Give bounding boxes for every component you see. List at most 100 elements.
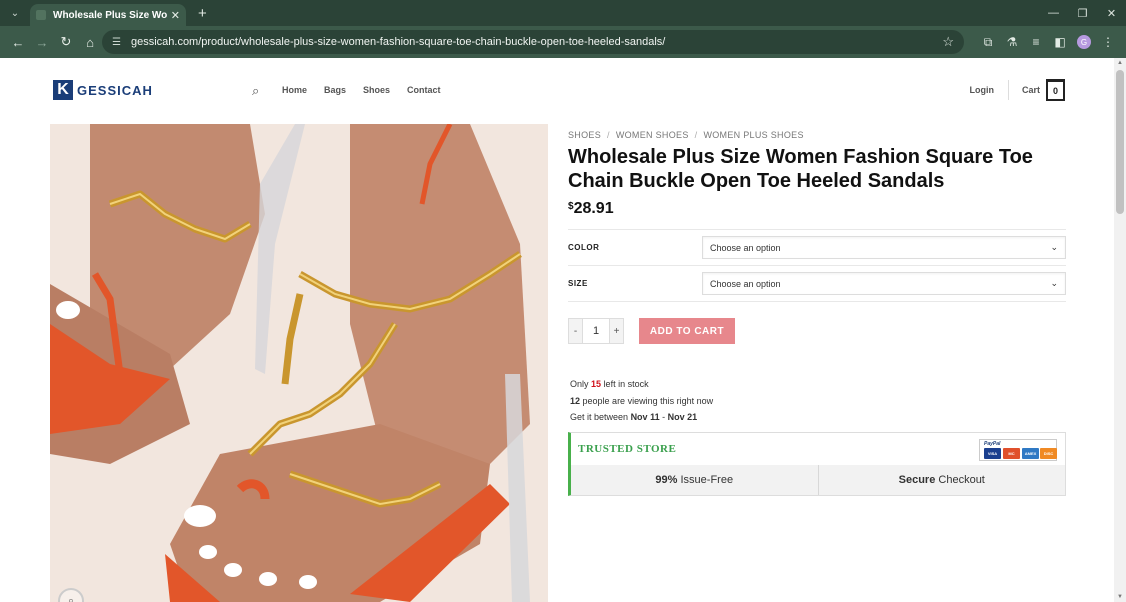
side-panel-icon[interactable]: ◧ <box>1048 30 1072 54</box>
paypal-logo: PayPal <box>984 440 1001 447</box>
chevron-down-icon: ⌄ <box>1050 278 1058 288</box>
variation-color: COLOR Choose an option ⌄ <box>568 230 1066 266</box>
delivery-end: Nov 21 <box>667 412 698 422</box>
color-label: COLOR <box>568 243 600 252</box>
account-area: Login Cart 0 <box>969 79 1065 101</box>
product-summary: SHOES / WOMEN SHOES / WOMEN PLUS SHOES Whole… <box>568 124 1066 496</box>
url-text[interactable]: gessicah.com/product/wholesale-plus-size… <box>131 36 942 48</box>
scroll-up-icon[interactable]: ▲ <box>1117 60 1123 66</box>
trust-badge: TRUSTED STORE PayPal VISA MC AMEX DISC 9… <box>568 431 1066 496</box>
browser-tab-active[interactable]: Wholesale Plus Size Women Fa ✕ <box>30 4 186 26</box>
breadcrumb-separator: / <box>607 130 610 140</box>
trust-stats: 99% Issue-Free Secure Checkout <box>571 464 1066 495</box>
nav-home[interactable]: Home <box>282 85 307 95</box>
site-info-icon[interactable]: ☰ <box>112 37 121 48</box>
page-scrollbar[interactable]: ▲ ▼ <box>1114 58 1126 602</box>
browser-menu-icon[interactable]: ⋮ <box>1096 30 1120 54</box>
product-title: Wholesale Plus Size Women Fashion Square… <box>568 146 1033 192</box>
add-to-cart-button[interactable]: ADD TO CART <box>639 318 735 344</box>
qty-minus-button[interactable]: - <box>569 319 582 343</box>
minimize-icon[interactable]: — <box>1039 7 1068 19</box>
delivery-prefix: Get it between <box>570 412 629 422</box>
scroll-thumb[interactable] <box>1116 70 1124 214</box>
sandal-illustration <box>50 124 548 602</box>
cart-count-badge[interactable]: 0 <box>1046 79 1065 101</box>
logo-k-icon: K <box>53 80 73 100</box>
add-to-cart-row: - 1 + ADD TO CART <box>568 318 1066 344</box>
breadcrumb-separator: / <box>694 130 698 140</box>
media-control-icon[interactable]: ≡ <box>1024 30 1048 54</box>
tab-search-icon[interactable]: ⌄ <box>4 4 26 22</box>
size-select[interactable]: Choose an option ⌄ <box>702 272 1066 295</box>
stock-count: 15 <box>591 379 602 389</box>
nav-contact[interactable]: Contact <box>407 85 441 95</box>
site-logo[interactable]: K GESSICAH <box>53 80 153 100</box>
secure-label: Checkout <box>938 473 985 486</box>
browser-toolbar: ← → ↻ ⌂ ☰ gessicah.com/product/wholesale… <box>0 26 1126 58</box>
stock-left-text: left in stock <box>603 379 649 389</box>
chevron-down-icon: ⌄ <box>1050 242 1058 252</box>
extension-icons: ⧉ ⚗ ≡ ◧ G ⋮ <box>976 30 1120 54</box>
cart-link[interactable]: Cart <box>1022 85 1040 95</box>
logo-text: GESSICAH <box>77 82 153 98</box>
issue-free-value: 99% <box>655 473 678 486</box>
delivery-start: Nov 11 <box>630 412 660 422</box>
payment-logos: PayPal VISA MC AMEX DISC <box>979 438 1057 461</box>
forward-icon[interactable]: → <box>30 30 54 54</box>
home-icon[interactable]: ⌂ <box>78 30 102 54</box>
site-header: K GESSICAH ⌕ Home Bags Shoes Contact Log… <box>0 58 1114 124</box>
browser-tabbar: ⌄ Wholesale Plus Size Women Fa ✕ + — ❐ ✕ <box>0 0 1126 26</box>
breadcrumb: SHOES / WOMEN SHOES / WOMEN PLUS SHOES <box>568 130 1066 140</box>
qty-plus-button[interactable]: + <box>610 319 623 343</box>
window-close-icon[interactable]: ✕ <box>1097 7 1126 20</box>
nav-shoes[interactable]: Shoes <box>363 85 390 95</box>
breadcrumb-women-plus-shoes[interactable]: WOMEN PLUS SHOES <box>703 130 803 140</box>
stock-info: Only 15 left in stock 12 people are view… <box>570 376 1066 426</box>
tab-favicon-icon <box>36 10 46 20</box>
visa-card-icon: VISA <box>984 447 1001 459</box>
secure-checkout-stat: Secure Checkout <box>817 464 1066 495</box>
breadcrumb-shoes[interactable]: SHOES <box>568 130 601 140</box>
qty-input[interactable]: 1 <box>582 319 610 343</box>
viewers-text: people are viewing this right now <box>582 395 714 406</box>
back-icon[interactable]: ← <box>6 30 30 54</box>
window-controls: — ❐ ✕ <box>1039 0 1126 26</box>
labs-icon[interactable]: ⚗ <box>1000 30 1024 54</box>
main-nav: Home Bags Shoes Contact <box>282 85 458 95</box>
mastercard-icon: MC <box>1003 447 1020 459</box>
secure-value: Secure <box>898 473 936 486</box>
price-value: 28.91 <box>573 200 614 217</box>
extensions-icon[interactable]: ⧉ <box>976 30 1000 54</box>
trust-title: TRUSTED STORE <box>578 442 677 455</box>
scroll-down-icon[interactable]: ▼ <box>1117 594 1123 600</box>
stock-only-text: Only <box>570 379 589 389</box>
price-currency: $ <box>568 201 574 212</box>
viewers-line: 12 people are viewing this right now <box>570 393 1066 410</box>
variation-size: SIZE Choose an option ⌄ <box>568 266 1066 302</box>
header-divider <box>1007 80 1009 100</box>
stock-line: Only 15 left in stock <box>570 376 1066 393</box>
breadcrumb-women-shoes[interactable]: WOMEN SHOES <box>616 130 689 140</box>
search-icon[interactable]: ⌕ <box>252 83 259 99</box>
nav-bags[interactable]: Bags <box>324 85 346 95</box>
size-label: SIZE <box>568 279 588 288</box>
color-select-value: Choose an option <box>710 242 781 253</box>
new-tab-icon[interactable]: + <box>198 5 207 22</box>
tab-close-icon[interactable]: ✕ <box>171 9 180 22</box>
profile-avatar[interactable]: G <box>1077 35 1091 49</box>
login-link[interactable]: Login <box>969 85 994 95</box>
address-bar[interactable]: ☰ gessicah.com/product/wholesale-plus-si… <box>102 30 964 54</box>
amex-card-icon: AMEX <box>1022 447 1039 459</box>
product-image[interactable] <box>50 124 548 602</box>
issue-free-label: Issue-Free <box>680 473 734 486</box>
delivery-line: Get it between Nov 11 - Nov 21 <box>570 409 1066 426</box>
viewers-count: 12 <box>570 395 581 406</box>
restore-icon[interactable]: ❐ <box>1068 7 1097 20</box>
reload-icon[interactable]: ↻ <box>54 30 78 54</box>
color-select[interactable]: Choose an option ⌄ <box>702 236 1066 259</box>
issue-free-stat: 99% Issue-Free <box>571 465 818 495</box>
size-select-value: Choose an option <box>710 278 781 289</box>
delivery-separator: - <box>659 412 668 422</box>
quantity-stepper: - 1 + <box>568 318 624 344</box>
bookmark-star-icon[interactable]: ☆ <box>942 34 954 50</box>
